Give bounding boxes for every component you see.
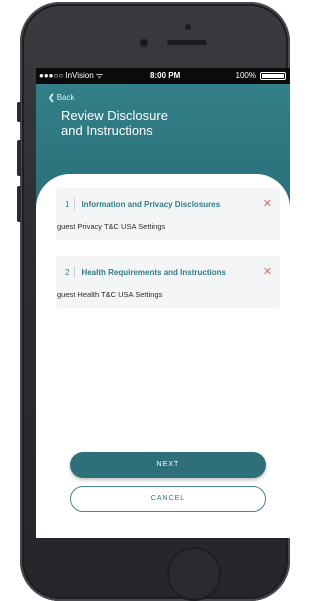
back-button[interactable]: ❮ Back [48,93,75,102]
disclosure-item-header: 1 Information and Privacy Disclosures ✕ [65,196,272,212]
disclosure-item[interactable]: 1 Information and Privacy Disclosures ✕ … [56,188,280,240]
mute-switch [17,102,21,122]
clock: 8:00 PM [150,71,181,80]
next-button[interactable]: NEXT [70,452,266,478]
back-label: Back [56,93,75,102]
sensor-dot [185,24,191,30]
close-icon[interactable]: ✕ [263,264,272,280]
home-button[interactable] [167,547,221,601]
disclosure-item[interactable]: 2 Health Requirements and Instructions ✕… [56,256,280,308]
volume-down-button [17,186,21,222]
page-title-line-2: and Instructions [61,123,153,138]
item-number: 2 [65,267,70,277]
item-title[interactable]: Information and Privacy Disclosures [81,200,220,209]
volume-up-button [17,140,21,176]
disclosure-item-header: 2 Health Requirements and Instructions ✕ [65,264,272,280]
battery-percentage: 100% [235,71,256,80]
front-camera [140,39,148,47]
chevron-left-icon: ❮ [48,93,55,102]
battery-icon [260,72,286,80]
divider [74,198,76,210]
cancel-button[interactable]: CANCEL [70,486,266,512]
earpiece-speaker [167,40,207,45]
item-title[interactable]: Health Requirements and Instructions [81,268,225,277]
carrier-label: ●●●○○ InVision ᯤ [39,71,104,80]
page-title-line-1: Review Disclosure [61,108,168,123]
status-bar: ●●●○○ InVision ᯤ 8:00 PM 100% [36,68,290,84]
phone-screen: ●●●○○ InVision ᯤ 8:00 PM 100% ❮ Back Revi… [36,68,290,538]
item-subtitle: guest Privacy T&C USA Settings [57,222,166,231]
page-title: Review Disclosure and Instructions [61,108,231,138]
divider [74,266,76,278]
item-number: 1 [65,199,70,209]
close-icon[interactable]: ✕ [263,196,272,212]
item-subtitle: guest Health T&C USA Settings [57,290,163,299]
